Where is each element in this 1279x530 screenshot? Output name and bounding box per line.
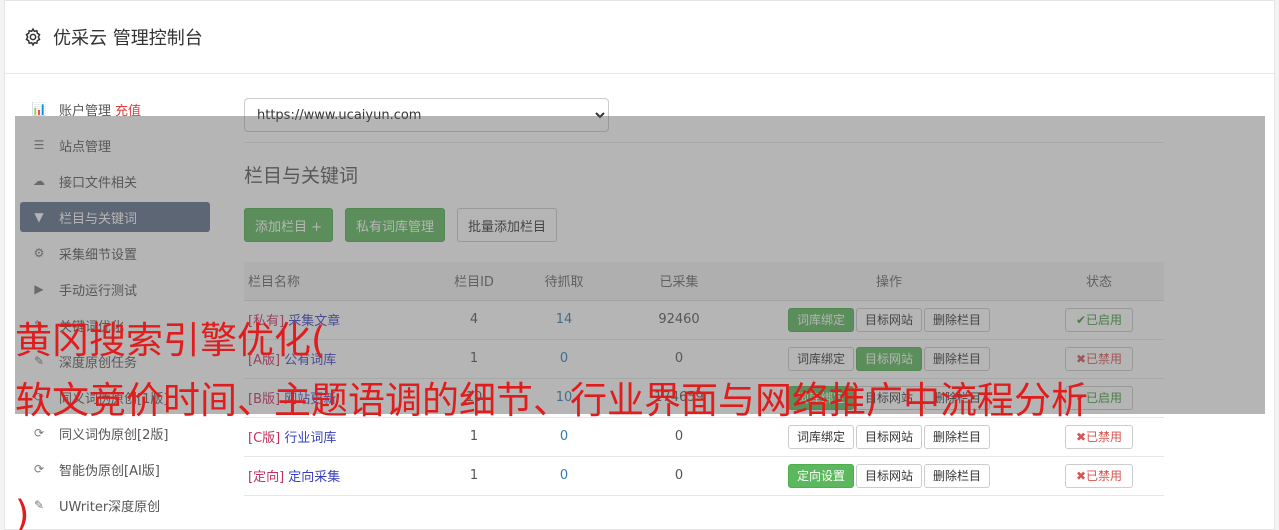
- refresh-icon: ⟳: [33, 426, 45, 440]
- console-header: 优采云 管理控制台: [5, 1, 1274, 74]
- pending-count-link[interactable]: 0: [560, 468, 568, 483]
- bar-chart-icon: 📊: [31, 102, 47, 116]
- column-tag: [定向]: [248, 470, 285, 485]
- column-name[interactable]: 行业词库: [284, 431, 336, 446]
- overlay-title-line-2: 软文竞价时间、主题语调的细节、行业界面与网络推广中流程分析: [15, 379, 1088, 422]
- column-name-cell[interactable]: [定向] 定向采集: [244, 456, 434, 496]
- overlay-title-line-3: ): [15, 493, 30, 530]
- edit-icon: ✎: [33, 498, 45, 512]
- column-tag: [C版]: [248, 431, 281, 446]
- sidebar-item-10[interactable]: ⟳ 智能伪原创[AI版]: [20, 454, 210, 484]
- gear-icon: [25, 27, 41, 47]
- column-name[interactable]: 定向采集: [288, 470, 340, 485]
- target-site-button[interactable]: 目标网站: [855, 424, 922, 449]
- status-toggle[interactable]: ✖已禁用: [1064, 463, 1134, 488]
- sidebar-item-label: 智能伪原创[AI版]: [59, 463, 160, 479]
- collected-count: 0: [614, 456, 744, 496]
- sidebar-item-9[interactable]: ⟳ 同义词伪原创[2版]: [20, 418, 210, 448]
- target-site-button[interactable]: 目标网站: [855, 463, 922, 488]
- delete-column-button[interactable]: 删除栏目: [924, 463, 991, 488]
- overlay-title-line-1: 黄冈搜索引擎优化(: [15, 319, 326, 362]
- table-row: [C版] 行业词库 1 0 0 词库绑定 目标网站 删除栏目 ✖已禁用: [244, 417, 1164, 457]
- refresh-icon: ⟳: [33, 462, 45, 476]
- status-toggle[interactable]: ✖已禁用: [1064, 424, 1134, 449]
- delete-column-button[interactable]: 删除栏目: [924, 424, 991, 449]
- pending-count-link[interactable]: 0: [560, 429, 568, 444]
- table-row: [定向] 定向采集 1 0 0 定向设置 目标网站 删除栏目 ✖已禁用: [244, 456, 1164, 496]
- collected-count: 0: [614, 417, 744, 457]
- sidebar-item-label: 同义词伪原创[2版]: [59, 427, 169, 443]
- sidebar-item-11[interactable]: ✎ UWriter深度原创: [20, 490, 210, 520]
- sidebar-item-label: UWriter深度原创: [59, 499, 161, 515]
- column-id: 1: [434, 456, 514, 496]
- column-id: 1: [434, 417, 514, 457]
- page-title: 优采云 管理控制台: [53, 28, 203, 49]
- column-name-cell[interactable]: [C版] 行业词库: [244, 417, 434, 457]
- bind-lexicon-button[interactable]: 定向设置: [787, 463, 854, 488]
- gray-overlay: [15, 116, 1265, 414]
- bind-lexicon-button[interactable]: 词库绑定: [787, 424, 854, 449]
